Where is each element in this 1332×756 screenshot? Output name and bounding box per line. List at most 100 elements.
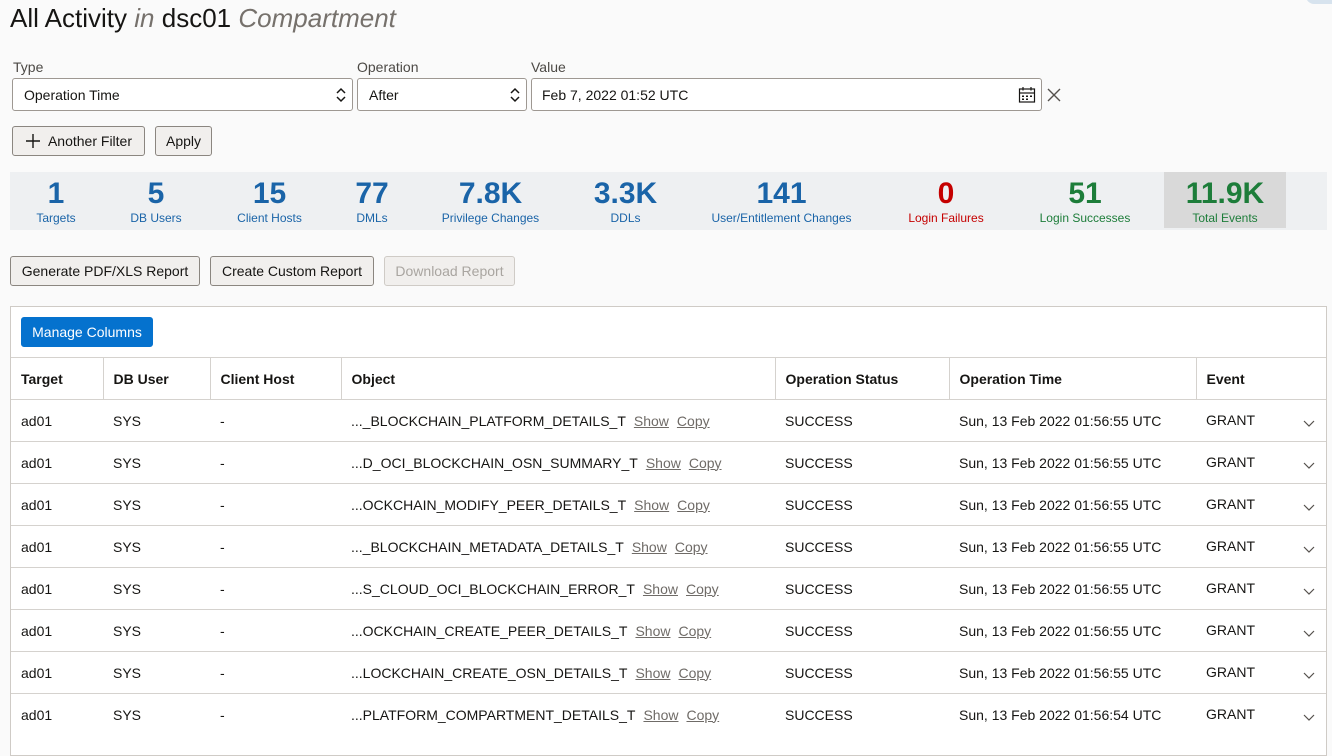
table-row[interactable]: ad01 SYS - ...PLATFORM_COMPARTMENT_DETAILS_… bbox=[11, 693, 1326, 735]
cell-operation-status: SUCCESS bbox=[775, 651, 949, 694]
operation-select[interactable]: After bbox=[357, 78, 527, 111]
stat-value: 1 bbox=[47, 177, 65, 210]
stat-targets[interactable]: 1 Targets bbox=[14, 172, 98, 228]
chevron-down-icon[interactable] bbox=[1302, 710, 1316, 724]
show-link[interactable]: Show bbox=[635, 665, 670, 681]
show-link[interactable]: Show bbox=[634, 497, 669, 513]
table-row[interactable]: ad01 SYS - ...S_CLOUD_OCI_BLOCKCHAIN_ERROR_… bbox=[11, 567, 1326, 610]
cell-target: ad01 bbox=[11, 567, 103, 610]
cell-object: ...OCKCHAIN_CREATE_PEER_DETAILS_T Show Cop… bbox=[341, 609, 775, 652]
cell-client-host: - bbox=[210, 567, 341, 610]
create-custom-report-button[interactable]: Create Custom Report bbox=[210, 256, 374, 286]
calendar-icon[interactable] bbox=[1018, 86, 1036, 104]
stat-privilege-changes[interactable]: 7.8K Privilege Changes bbox=[432, 172, 549, 228]
another-filter-label: Another Filter bbox=[47, 133, 133, 149]
value-label: Value bbox=[531, 59, 566, 75]
copy-link[interactable]: Copy bbox=[678, 623, 711, 639]
chevron-down-icon[interactable] bbox=[1302, 416, 1316, 430]
stat-db-users[interactable]: 5 DB Users bbox=[114, 172, 198, 228]
chevron-down-icon[interactable] bbox=[1302, 584, 1316, 598]
column-header-target[interactable]: Target bbox=[11, 357, 104, 400]
stat-label: Login Failures bbox=[908, 211, 984, 225]
table-row[interactable]: ad01 SYS - ..._BLOCKCHAIN_PLATFORM_DETAILS_… bbox=[11, 399, 1326, 442]
column-header-client-host[interactable]: Client Host bbox=[210, 357, 342, 400]
cell-client-host: - bbox=[210, 525, 341, 568]
stat-login-failures[interactable]: 0 Login Failures bbox=[894, 172, 998, 228]
stat-label: Total Events bbox=[1192, 211, 1258, 225]
type-select[interactable]: Operation Time bbox=[12, 78, 353, 111]
column-header-operation-status[interactable]: Operation Status bbox=[775, 357, 950, 400]
download-report-button[interactable]: Download Report bbox=[384, 256, 515, 286]
table-row[interactable]: ad01 SYS - ...D_OCI_BLOCKCHAIN_OSN_SUMMARY_… bbox=[11, 441, 1326, 484]
chevron-down-icon[interactable] bbox=[1302, 542, 1316, 556]
chevron-up-down-icon bbox=[336, 87, 346, 103]
cell-operation-time: Sun, 13 Feb 2022 01:56:54 UTC bbox=[949, 693, 1196, 735]
stat-value: 51 bbox=[1068, 177, 1102, 210]
show-link[interactable]: Show bbox=[632, 539, 667, 555]
cell-target: ad01 bbox=[11, 525, 103, 568]
stat-client-hosts[interactable]: 15 Client Hosts bbox=[222, 172, 317, 228]
plus-icon bbox=[25, 134, 40, 148]
cell-object: ...S_CLOUD_OCI_BLOCKCHAIN_ERROR_T Show Cop… bbox=[341, 567, 775, 610]
cell-target: ad01 bbox=[11, 483, 103, 526]
table-row[interactable]: ad01 SYS - ...OCKCHAIN_MODIFY_PEER_DETAILS_… bbox=[11, 483, 1326, 526]
chevron-down-icon[interactable] bbox=[1302, 668, 1316, 682]
cell-operation-time: Sun, 13 Feb 2022 01:56:55 UTC bbox=[949, 567, 1196, 610]
close-icon[interactable] bbox=[1045, 86, 1063, 104]
cell-event: GRANT bbox=[1196, 567, 1326, 610]
copy-link[interactable]: Copy bbox=[689, 455, 722, 471]
cell-client-host: - bbox=[210, 483, 341, 526]
type-select-value: Operation Time bbox=[24, 86, 120, 103]
cell-target: ad01 bbox=[11, 693, 103, 735]
event-value: GRANT bbox=[1206, 453, 1255, 470]
cell-client-host: - bbox=[210, 441, 341, 484]
cell-operation-time: Sun, 13 Feb 2022 01:56:55 UTC bbox=[949, 525, 1196, 568]
table-row[interactable]: ad01 SYS - ..._BLOCKCHAIN_METADATA_DETAILS_… bbox=[11, 525, 1326, 568]
cell-operation-status: SUCCESS bbox=[775, 567, 949, 610]
column-header-operation-time[interactable]: Operation Time bbox=[949, 357, 1197, 400]
copy-link[interactable]: Copy bbox=[678, 665, 711, 681]
chevron-down-icon[interactable] bbox=[1302, 626, 1316, 640]
stat-dmls[interactable]: 77 DMLs bbox=[341, 172, 403, 228]
value-date-text: Feb 7, 2022 01:52 UTC bbox=[542, 86, 689, 103]
stat-label: DMLs bbox=[356, 211, 388, 225]
cell-db-user: SYS bbox=[103, 441, 210, 484]
cell-object: ...PLATFORM_COMPARTMENT_DETAILS_T Show Cop… bbox=[341, 693, 775, 735]
cell-event: GRANT bbox=[1196, 483, 1326, 526]
column-header-db-user[interactable]: DB User bbox=[103, 357, 211, 400]
cell-operation-time: Sun, 13 Feb 2022 01:56:55 UTC bbox=[949, 651, 1196, 694]
show-link[interactable]: Show bbox=[646, 455, 681, 471]
chevron-down-icon[interactable] bbox=[1302, 500, 1316, 514]
show-link[interactable]: Show bbox=[643, 707, 678, 723]
copy-link[interactable]: Copy bbox=[686, 581, 719, 597]
copy-link[interactable]: Copy bbox=[677, 497, 710, 513]
table-header-row: Target DB User Client Host Object Operat… bbox=[11, 357, 1326, 400]
another-filter-button[interactable]: Another Filter bbox=[12, 126, 145, 156]
cell-target: ad01 bbox=[11, 441, 103, 484]
cell-event: GRANT bbox=[1196, 441, 1326, 484]
copy-link[interactable]: Copy bbox=[677, 413, 710, 429]
stat-user-entitlement-changes[interactable]: 141 User/Entitlement Changes bbox=[700, 172, 863, 228]
show-link[interactable]: Show bbox=[635, 623, 670, 639]
stat-login-successes[interactable]: 51 Login Successes bbox=[1026, 172, 1144, 228]
column-header-event[interactable]: Event bbox=[1196, 357, 1326, 400]
table-row[interactable]: ad01 SYS - ...OCKCHAIN_CREATE_PEER_DETAILS_… bbox=[11, 609, 1326, 652]
stat-value: 7.8K bbox=[458, 177, 523, 210]
chevron-down-icon[interactable] bbox=[1302, 458, 1316, 472]
copy-link[interactable]: Copy bbox=[686, 707, 719, 723]
apply-button[interactable]: Apply bbox=[155, 126, 212, 156]
manage-columns-button[interactable]: Manage Columns bbox=[21, 317, 153, 347]
stat-total-events[interactable]: 11.9K Total Events bbox=[1164, 172, 1286, 228]
copy-link[interactable]: Copy bbox=[675, 539, 708, 555]
value-date-input[interactable]: Feb 7, 2022 01:52 UTC bbox=[531, 78, 1042, 111]
stat-ddls[interactable]: 3.3K DDLs bbox=[580, 172, 671, 228]
show-link[interactable]: Show bbox=[643, 581, 678, 597]
cell-operation-status: SUCCESS bbox=[775, 609, 949, 652]
generate-report-button[interactable]: Generate PDF/XLS Report bbox=[10, 256, 200, 286]
cell-object: ..._BLOCKCHAIN_METADATA_DETAILS_T Show Cop… bbox=[341, 525, 775, 568]
event-value: GRANT bbox=[1206, 495, 1255, 512]
column-header-object[interactable]: Object bbox=[341, 357, 776, 400]
cell-target: ad01 bbox=[11, 399, 103, 442]
table-row[interactable]: ad01 SYS - ...LOCKCHAIN_CREATE_OSN_DETAILS_… bbox=[11, 651, 1326, 694]
show-link[interactable]: Show bbox=[634, 413, 669, 429]
